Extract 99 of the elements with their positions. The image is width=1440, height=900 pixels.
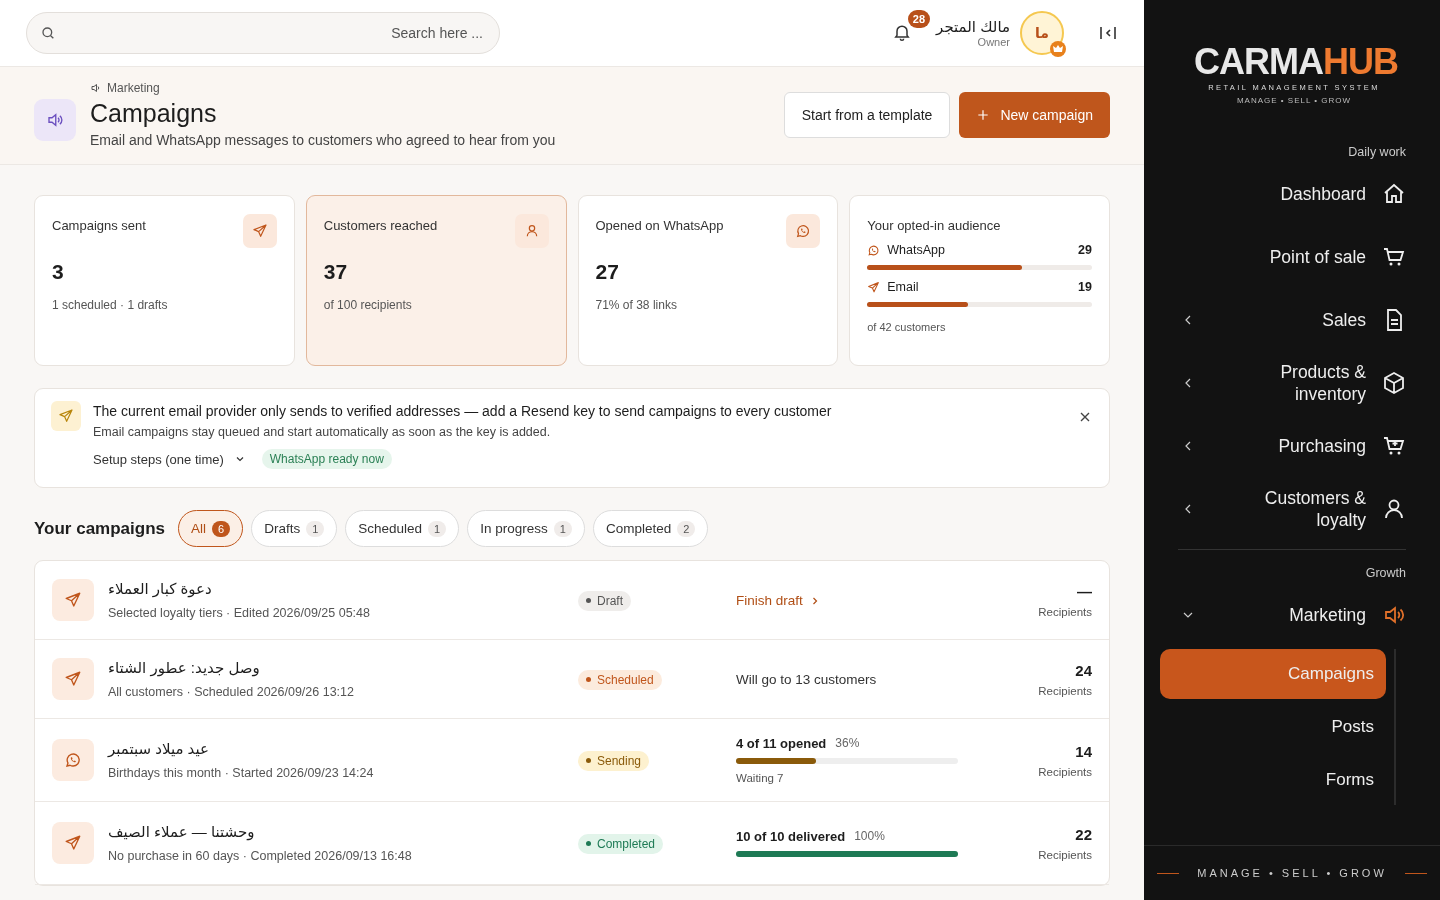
whatsapp-icon bbox=[64, 751, 82, 769]
speaker-icon bbox=[34, 99, 76, 141]
section-title: Your campaigns bbox=[34, 518, 165, 539]
stat-note: of 100 recipients bbox=[323, 298, 413, 312]
send-icon bbox=[64, 670, 82, 688]
nav-item[interactable]: Products & inventory bbox=[1160, 360, 1406, 406]
home-icon bbox=[1382, 182, 1406, 206]
setup-steps-toggle[interactable]: Setup steps (one time) bbox=[93, 451, 246, 467]
user-name: مالك المتجر bbox=[936, 18, 1010, 36]
recipient-label: Recipients bbox=[1038, 765, 1092, 778]
recipient-count: 14 bbox=[1075, 742, 1092, 760]
send-icon bbox=[64, 834, 82, 852]
filter-chip[interactable]: Completed 2 bbox=[592, 510, 709, 547]
progress-label: 10 of 10 delivered bbox=[736, 829, 846, 844]
notice-title: The current email provider only sends to verified addresses — add a Resend key to send campaigns to every customer bbox=[93, 403, 833, 419]
send-icon bbox=[64, 591, 82, 609]
stat-label: Campaigns sent bbox=[52, 218, 146, 233]
template-button[interactable]: Start from a template bbox=[783, 91, 951, 138]
channel-count: 19 bbox=[1078, 280, 1092, 294]
nav-item[interactable]: Customers & loyalty bbox=[1160, 486, 1406, 532]
audience-title: Your opted-in audience bbox=[867, 218, 1002, 233]
box-icon bbox=[1382, 371, 1406, 395]
plus-icon bbox=[976, 107, 991, 122]
status-badge: Sending bbox=[578, 750, 650, 771]
nav-section-title: Growth bbox=[1364, 566, 1406, 580]
filter-count: 1 bbox=[306, 520, 325, 537]
filter-count: 1 bbox=[428, 520, 447, 537]
recipient-count: — bbox=[1077, 582, 1092, 600]
campaign-meta: All customers · Scheduled 2026/09/26 13:12 bbox=[108, 685, 355, 699]
audience-note: of 42 customers bbox=[867, 321, 947, 333]
filter-chip[interactable]: Drafts 1 bbox=[251, 510, 338, 547]
channel-count: 29 bbox=[1078, 243, 1092, 257]
whatsapp-icon bbox=[795, 223, 812, 239]
finish-draft-link[interactable]: Finish draft bbox=[736, 593, 821, 608]
page-subtitle: Email and WhatsApp messages to customers who agreed to hear from you bbox=[90, 132, 557, 148]
recipient-label: Recipients bbox=[1038, 605, 1092, 618]
status-badge: Draft bbox=[578, 590, 631, 611]
recipient-count: 22 bbox=[1075, 825, 1092, 843]
progress-note: Waiting 7 bbox=[736, 772, 785, 784]
filter-count: 2 bbox=[677, 520, 696, 537]
stat-note: 1 scheduled · 1 drafts bbox=[52, 298, 169, 312]
notification-count: 28 bbox=[907, 9, 931, 28]
crown-icon bbox=[1050, 41, 1066, 57]
channel-name: Email bbox=[887, 280, 920, 294]
nav-subitem[interactable]: Forms bbox=[1160, 755, 1386, 805]
status-badge: Completed bbox=[578, 833, 664, 854]
nav-item[interactable]: Marketing bbox=[1160, 592, 1406, 638]
whatsapp-ready-badge: WhatsApp ready now bbox=[261, 449, 392, 469]
filter-count: 6 bbox=[212, 520, 231, 537]
stat-value: 3 bbox=[52, 260, 65, 284]
nav-section-title: Daily work bbox=[1347, 145, 1406, 159]
nav-item[interactable]: Dashboard bbox=[1160, 171, 1406, 217]
user-icon bbox=[1382, 497, 1406, 521]
filter-chip[interactable]: In progress 1 bbox=[467, 510, 585, 547]
stat-label: Customers reached bbox=[323, 218, 438, 233]
search-field[interactable]: ... Search here bbox=[26, 12, 500, 54]
progress-percent: 36% bbox=[835, 736, 860, 751]
filter-chip[interactable]: All 6 bbox=[178, 510, 244, 547]
campaign-meta: Selected loyalty tiers · Edited 2026/09/25 05:48 bbox=[108, 606, 371, 620]
channel-name: WhatsApp bbox=[887, 243, 946, 257]
filter-count: 1 bbox=[553, 520, 572, 537]
page-title: Campaigns bbox=[90, 99, 218, 128]
stat-label: Opened on WhatsApp bbox=[595, 218, 724, 233]
filter-chip[interactable]: Scheduled 1 bbox=[345, 510, 460, 547]
user-avatar[interactable]: ما bbox=[1020, 11, 1064, 55]
progress-percent: 100% bbox=[854, 829, 885, 844]
breadcrumb-link[interactable]: Marketing bbox=[107, 81, 160, 95]
nav-item[interactable]: Sales bbox=[1160, 297, 1406, 343]
campaign-meta: Birthdays this month · Started 2026/09/23 14:24 bbox=[108, 766, 375, 780]
campaign-name: عيد ميلاد سبتمبر bbox=[108, 740, 210, 758]
nav-item[interactable]: Purchasing bbox=[1160, 423, 1406, 469]
send-icon bbox=[58, 408, 74, 424]
recipient-label: Recipients bbox=[1038, 684, 1092, 697]
campaign-detail: Will go to 13 customers bbox=[736, 672, 877, 687]
campaign-name: دعوة كبار العملاء bbox=[108, 580, 213, 598]
stat-note: 71% of 38 links bbox=[595, 298, 678, 312]
stat-value: 37 bbox=[323, 260, 349, 284]
sidebar-footer-motto: MANAGE • SELL • GROW bbox=[1197, 867, 1387, 879]
send-icon bbox=[251, 223, 268, 239]
campaign-meta: No purchase in 60 days · Completed 2026/09/13 16:48 bbox=[108, 849, 413, 863]
campaign-name: وحشتنا — عملاء الصيف bbox=[108, 823, 256, 841]
whatsapp-icon bbox=[867, 243, 881, 257]
logo-motto: MANAGE • SELL • GROW bbox=[1235, 96, 1353, 105]
recipient-label: Recipients bbox=[1038, 848, 1092, 861]
status-badge: Scheduled bbox=[578, 669, 662, 690]
search-icon bbox=[40, 25, 56, 41]
new-campaign-button[interactable]: New campaign bbox=[959, 91, 1110, 138]
send-icon bbox=[867, 280, 881, 294]
speaker-icon bbox=[1382, 603, 1406, 627]
nav-subitem[interactable]: Posts bbox=[1160, 702, 1386, 752]
speaker-icon bbox=[90, 82, 102, 94]
notice-text: Email campaigns stay queued and start automatically as soon as the key is added. bbox=[93, 425, 552, 439]
stat-value: 27 bbox=[595, 260, 620, 284]
nav-subitem[interactable]: Campaigns bbox=[1160, 649, 1386, 699]
nav-item[interactable]: Point of sale bbox=[1160, 234, 1406, 280]
campaign-name: وصل جديد: عطور الشتاء bbox=[108, 659, 261, 677]
progress-label: 4 of 11 opened bbox=[736, 736, 827, 751]
recipient-count: 24 bbox=[1075, 661, 1092, 679]
user-role: Owner bbox=[977, 36, 1010, 48]
